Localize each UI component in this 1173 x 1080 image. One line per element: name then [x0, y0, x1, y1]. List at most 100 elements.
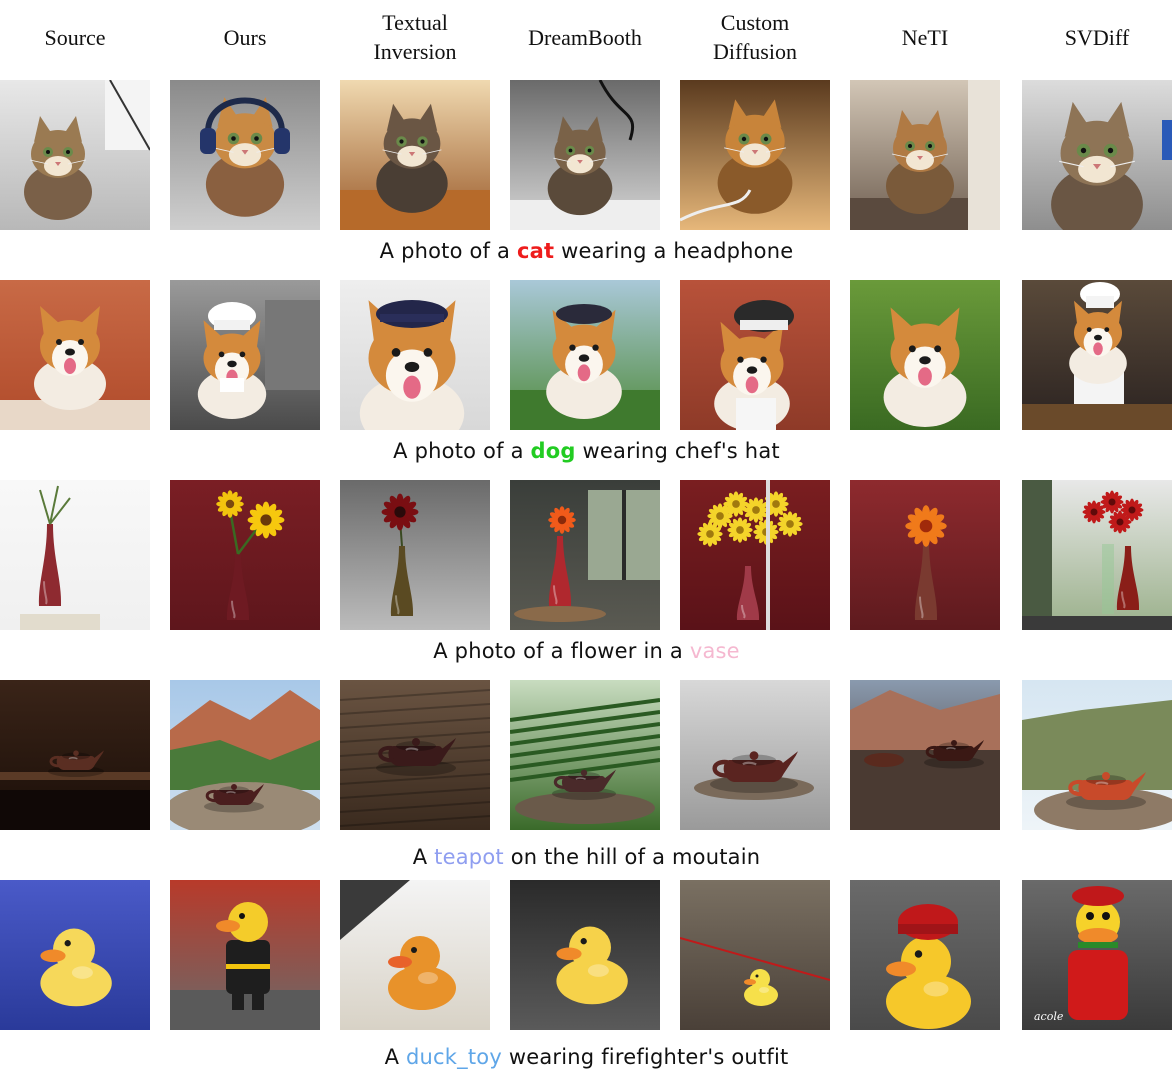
caption-prefix: A photo of a: [379, 239, 517, 263]
generated-image: [340, 880, 490, 1030]
caption-keyword: cat: [516, 239, 555, 263]
vase-image-svdiff: [1022, 480, 1172, 630]
generated-image: [0, 680, 150, 830]
column-header: Source: [0, 6, 150, 68]
vase-image-ours: [170, 480, 320, 630]
teapot-image-dreambooth: [510, 680, 660, 830]
caption-keyword: dog: [530, 439, 576, 463]
duck_toy-image-ours: [170, 880, 320, 1030]
row-caption: A duck_toy wearing firefighter's outfit: [0, 1042, 1173, 1072]
dog-image-source: [0, 280, 150, 430]
generated-image: [170, 80, 320, 230]
caption-suffix: wearing chef's hat: [575, 439, 780, 463]
caption-prefix: A: [384, 1045, 407, 1069]
cat-image-source: [0, 80, 150, 230]
dog-image-ours: [170, 280, 320, 430]
generated-image: [680, 680, 830, 830]
vase-image-textual-inversion: [340, 480, 490, 630]
generated-image: [1022, 280, 1172, 430]
teapot-image-svdiff: [1022, 680, 1172, 830]
generated-image: [850, 480, 1000, 630]
row-caption: A photo of a dog wearing chef's hat: [0, 436, 1173, 466]
column-header: SVDiff: [1022, 6, 1172, 68]
generated-image: [1022, 80, 1172, 230]
dog-image-dreambooth: [510, 280, 660, 430]
generated-image: [1022, 480, 1172, 630]
teapot-image-ours: [170, 680, 320, 830]
generated-image: [850, 880, 1000, 1030]
column-header: Textual Inversion: [340, 6, 490, 68]
watermark-text: acole: [1034, 1010, 1064, 1023]
generated-image: [170, 680, 320, 830]
column-header: Ours: [170, 6, 320, 68]
caption-suffix: wearing a headphone: [554, 239, 794, 263]
generated-image: [170, 280, 320, 430]
row-caption: A photo of a flower in a vase: [0, 636, 1173, 666]
duck_toy-image-dreambooth: [510, 880, 660, 1030]
generated-image: acole: [1022, 880, 1172, 1030]
caption-suffix: on the hill of a moutain: [503, 845, 761, 869]
generated-image: [340, 280, 490, 430]
caption-keyword: teapot: [434, 845, 504, 869]
column-header: DreamBooth: [510, 6, 660, 68]
vase-image-custom-diffusion: [680, 480, 830, 630]
cat-image-custom-diffusion: [680, 80, 830, 230]
cat-image-ours: [170, 80, 320, 230]
generated-image: [680, 280, 830, 430]
column-header: NeTI: [850, 6, 1000, 68]
dog-image-neti: [850, 280, 1000, 430]
caption-keyword: duck_toy: [406, 1045, 502, 1069]
row-caption: A photo of a cat wearing a headphone: [0, 236, 1173, 266]
generated-image: [0, 80, 150, 230]
generated-image: [170, 880, 320, 1030]
column-header-line: SVDiff: [1064, 24, 1130, 50]
column-header-line: Diffusion: [713, 39, 797, 64]
dog-image-custom-diffusion: [680, 280, 830, 430]
generated-image: [0, 480, 150, 630]
generated-image: [510, 480, 660, 630]
duck_toy-image-textual-inversion: [340, 880, 490, 1030]
teapot-image-neti: [850, 680, 1000, 830]
teapot-image-custom-diffusion: [680, 680, 830, 830]
duck_toy-image-custom-diffusion: [680, 880, 830, 1030]
generated-image: [510, 680, 660, 830]
column-header: Custom Diffusion: [680, 6, 830, 68]
column-header-line: Textual: [382, 10, 448, 35]
generated-image: [680, 880, 830, 1030]
column-header-line: Custom: [720, 10, 790, 35]
column-header-line: Ours: [223, 24, 267, 50]
generated-image: [340, 680, 490, 830]
duck_toy-image-source: [0, 880, 150, 1030]
generated-image: [340, 480, 490, 630]
generated-image: [170, 480, 320, 630]
generated-image: [510, 880, 660, 1030]
generated-image: [510, 280, 660, 430]
generated-image: [1022, 680, 1172, 830]
dog-image-textual-inversion: [340, 280, 490, 430]
duck_toy-image-neti: [850, 880, 1000, 1030]
generated-image: [0, 280, 150, 430]
generated-image: [510, 80, 660, 230]
column-header-line: Source: [44, 24, 106, 50]
cat-image-svdiff: [1022, 80, 1172, 230]
vase-image-source: [0, 480, 150, 630]
generated-image: [680, 480, 830, 630]
generated-image: [850, 80, 1000, 230]
generated-image: [680, 80, 830, 230]
column-header-line: NeTI: [901, 24, 949, 50]
caption-prefix: A photo of a flower in a: [433, 639, 690, 663]
generated-image: [340, 80, 490, 230]
cat-image-neti: [850, 80, 1000, 230]
column-header-line: DreamBooth: [528, 24, 642, 50]
vase-image-dreambooth: [510, 480, 660, 630]
dog-image-svdiff: [1022, 280, 1172, 430]
row-caption: A teapot on the hill of a moutain: [0, 842, 1173, 872]
generated-image: [850, 280, 1000, 430]
generated-image: [850, 680, 1000, 830]
caption-prefix: A: [412, 845, 435, 869]
duck_toy-image-svdiff: acole: [1022, 880, 1172, 1030]
vase-image-neti: [850, 480, 1000, 630]
cat-image-dreambooth: [510, 80, 660, 230]
column-header-line: Inversion: [373, 39, 457, 64]
teapot-image-textual-inversion: [340, 680, 490, 830]
